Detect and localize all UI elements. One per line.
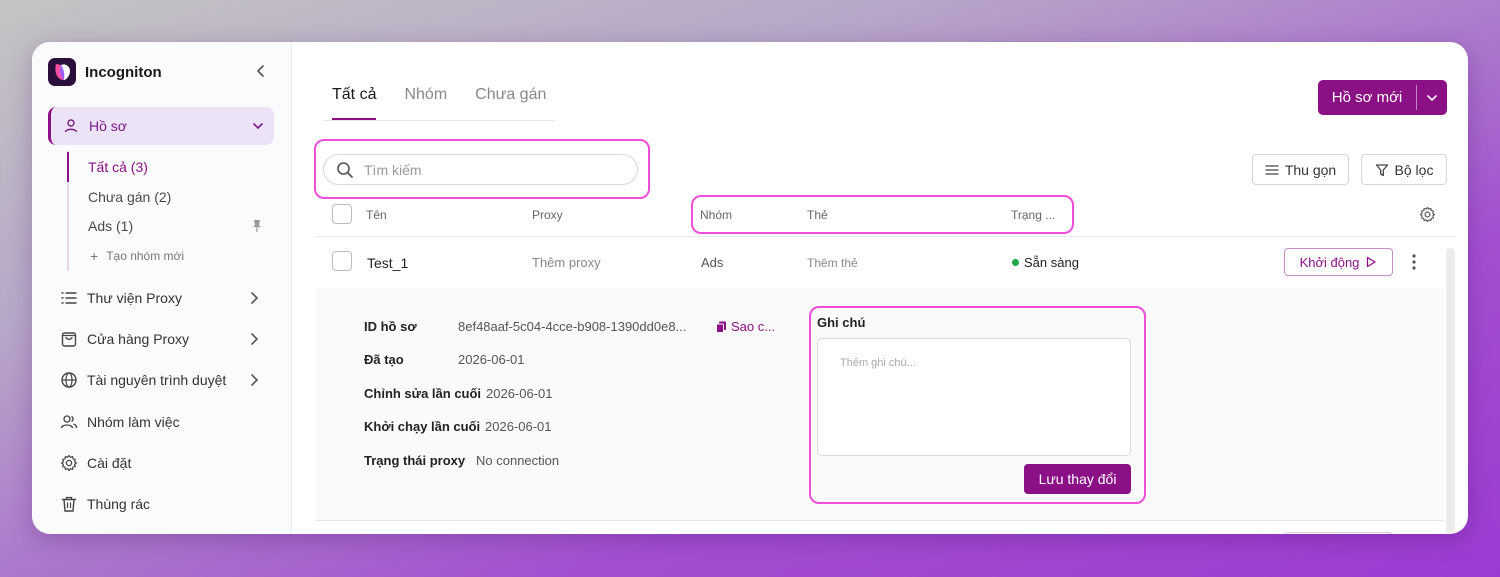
tab-all[interactable]: Tất cả [332, 86, 377, 120]
user-icon [64, 119, 78, 133]
status-badge: Sẵn sàng [1012, 255, 1079, 270]
sub-item-all[interactable]: Tất cả (3) [88, 159, 148, 175]
proxy-status-value: No connection [476, 453, 560, 468]
tabs-underline [324, 120, 554, 121]
profile-name[interactable]: Test_1 [367, 255, 408, 271]
tab-groups[interactable]: Nhóm [404, 86, 447, 120]
sidebar-item-proxy-library[interactable]: Thư viện Proxy [60, 286, 270, 310]
collapse-button[interactable]: Thu gọn [1252, 154, 1349, 185]
column-header-name[interactable]: Tên [366, 208, 387, 222]
new-profile-dropdown-button[interactable] [1417, 80, 1447, 115]
search-input[interactable] [364, 161, 614, 178]
last-edited-label: Chỉnh sửa lần cuối [364, 386, 482, 401]
shopping-bag-icon [61, 332, 77, 347]
profile-id-label: ID hồ sơ [364, 319, 417, 334]
created-value: 2026-06-01 [458, 352, 525, 367]
sidebar-item-label: Thư viện Proxy [87, 290, 182, 306]
sidebar-item-browser-resources[interactable]: Tài nguyên trình duyệt [60, 368, 270, 392]
tab-bar: Tất cả Nhóm Chưa gán [332, 86, 574, 120]
subtree-active-indicator [67, 152, 69, 182]
header-divider [316, 236, 1454, 237]
sidebar-item-label: Tài nguyên trình duyệt [87, 372, 227, 388]
profile-group: Ads [701, 255, 724, 270]
copy-id-button[interactable]: Sao c... [716, 319, 775, 334]
sub-item-unassigned[interactable]: Chưa gán (2) [88, 189, 171, 205]
sub-item-ads[interactable]: Ads (1) [88, 218, 133, 234]
collapse-label: Thu gọn [1284, 161, 1337, 178]
next-row-start-button[interactable] [1284, 532, 1393, 534]
chevron-down-icon [1427, 94, 1437, 101]
play-icon [1367, 256, 1377, 268]
column-header-proxy[interactable]: Proxy [532, 208, 563, 222]
chevron-right-icon [251, 333, 259, 345]
gear-icon [61, 454, 77, 472]
sidebar-item-label: Thùng rác [87, 496, 151, 512]
sidebar-item-label: Cài đặt [87, 455, 132, 471]
copy-label: Sao c... [731, 319, 776, 334]
sidebar-item-trash[interactable]: Thùng rác [60, 492, 270, 516]
select-all-checkbox[interactable] [332, 204, 352, 224]
sidebar: Incogniton Hồ sơ Tất cả (3) Chưa gán (2)… [32, 42, 292, 534]
status-dot [1012, 259, 1019, 267]
pin-icon[interactable] [250, 219, 264, 233]
status-text: Sẵn sàng [1024, 255, 1079, 270]
row-checkbox[interactable] [332, 251, 352, 271]
filter-label: Bộ lọc [1394, 161, 1434, 178]
column-header-group[interactable]: Nhóm [700, 208, 732, 222]
more-options-icon[interactable] [1408, 253, 1420, 271]
column-settings-gear-icon[interactable] [1419, 206, 1436, 223]
chevron-right-icon [251, 292, 259, 304]
last-edited-value: 2026-06-01 [486, 386, 553, 401]
column-header-tags[interactable]: Thẻ [807, 208, 828, 222]
add-tag-link[interactable]: Thêm thẻ [807, 256, 858, 270]
tab-unassigned[interactable]: Chưa gán [475, 86, 546, 120]
proxy-status-label: Trạng thái proxy [364, 453, 466, 468]
table-scrollbar[interactable] [1446, 248, 1455, 534]
start-button[interactable]: Khởi động [1284, 248, 1393, 276]
filter-icon [1375, 163, 1388, 176]
brand: Incogniton [48, 58, 162, 86]
sidebar-item-settings[interactable]: Cài đặt [60, 451, 270, 475]
created-label: Đã tạo [364, 352, 404, 367]
collapse-sidebar-icon[interactable] [252, 62, 270, 80]
new-group-button[interactable]: + Tạo nhóm mới [90, 248, 184, 264]
users-icon [60, 415, 78, 429]
sidebar-item-proxy-store[interactable]: Cửa hàng Proxy [60, 327, 270, 351]
save-changes-button[interactable]: Lưu thay đổi [1024, 464, 1131, 494]
app-name: Incogniton [85, 63, 162, 81]
new-profile-button[interactable]: Hồ sơ mới [1318, 80, 1416, 115]
last-launched-value: 2026-06-01 [485, 419, 552, 434]
sidebar-item-label: Cửa hàng Proxy [87, 331, 189, 347]
sidebar-item-workspace-team[interactable]: Nhóm làm việc [60, 410, 270, 434]
chevron-right-icon [251, 374, 259, 386]
add-proxy-link[interactable]: Thêm proxy [532, 255, 601, 270]
row-divider [316, 520, 1444, 521]
sidebar-item-label: Hồ sơ [89, 118, 127, 134]
search-icon [337, 161, 353, 178]
list-icon [61, 292, 77, 304]
start-label: Khởi động [1299, 254, 1360, 270]
globe-icon [61, 372, 77, 388]
app-window: Incogniton Hồ sơ Tất cả (3) Chưa gán (2)… [32, 42, 1468, 534]
search-box[interactable] [323, 154, 638, 185]
column-header-status[interactable]: Trạng ... [1011, 208, 1055, 222]
last-launched-label: Khởi chạy lần cuối [364, 419, 481, 434]
new-group-label: Tạo nhóm mới [106, 249, 185, 263]
filter-button[interactable]: Bộ lọc [1361, 154, 1447, 185]
chevron-down-icon [253, 123, 263, 130]
menu-lines-icon [1265, 164, 1279, 175]
notes-textarea[interactable] [817, 338, 1131, 456]
sidebar-item-profiles[interactable]: Hồ sơ [48, 107, 274, 145]
sidebar-item-label: Nhóm làm việc [87, 414, 180, 430]
trash-icon [61, 496, 77, 512]
new-profile-split-button: Hồ sơ mới [1318, 80, 1447, 115]
plus-icon: + [90, 248, 99, 264]
notes-title: Ghi chú [817, 315, 866, 330]
profile-id-value: 8ef48aaf-5c04-4cce-b908-1390dd0e8... [458, 319, 687, 334]
copy-icon [716, 321, 726, 333]
incogniton-logo-icon [48, 58, 76, 86]
